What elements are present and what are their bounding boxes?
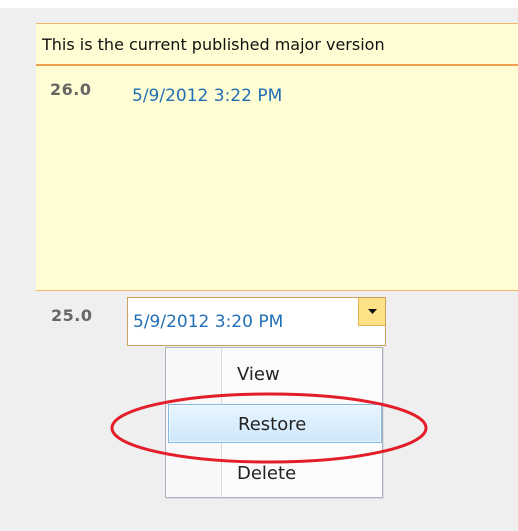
- previous-version-date-dropdown[interactable]: 5/9/2012 3:20 PM: [127, 297, 386, 346]
- previous-version-date-link[interactable]: 5/9/2012 3:20 PM: [133, 312, 283, 332]
- top-white-margin: [0, 0, 518, 8]
- current-version-date-link[interactable]: 5/9/2012 3:22 PM: [132, 86, 282, 106]
- chevron-down-icon: [367, 308, 377, 314]
- menu-item-view[interactable]: View: [168, 355, 382, 394]
- version-dropdown-button[interactable]: [358, 298, 385, 326]
- current-version-header: This is the current published major vers…: [36, 24, 518, 66]
- menu-item-view-label: View: [237, 364, 280, 385]
- menu-item-delete-label: Delete: [237, 463, 297, 484]
- version-history-screenshot: This is the current published major vers…: [0, 0, 518, 531]
- previous-version-number: 25.0: [51, 306, 93, 325]
- menu-item-restore-label: Restore: [238, 414, 307, 435]
- menu-item-restore[interactable]: Restore: [168, 404, 382, 443]
- current-version-number: 26.0: [50, 80, 92, 99]
- version-context-menu: View Restore Delete: [165, 347, 383, 498]
- current-version-block: This is the current published major vers…: [36, 23, 518, 291]
- menu-item-delete[interactable]: Delete: [168, 454, 382, 493]
